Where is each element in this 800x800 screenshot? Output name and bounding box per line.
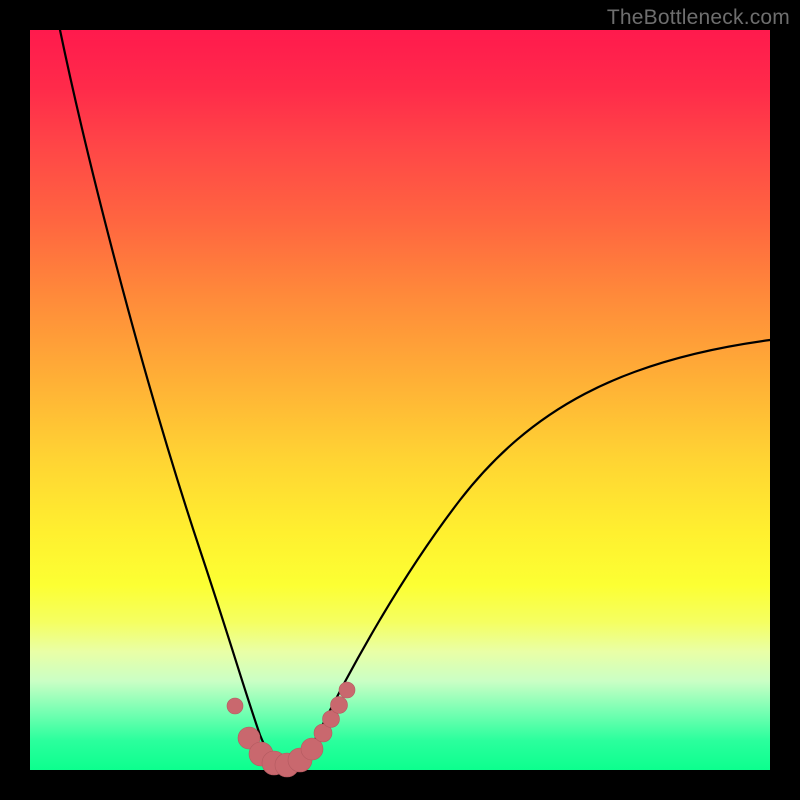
marker-dot <box>227 698 243 714</box>
chart-frame: TheBottleneck.com <box>0 0 800 800</box>
curve-left-branch <box>60 30 285 768</box>
chart-svg <box>30 30 770 770</box>
marker-dot <box>331 697 348 714</box>
watermark-text: TheBottleneck.com <box>607 6 790 30</box>
plot-area <box>30 30 770 770</box>
marker-dot <box>339 682 355 698</box>
curve-right-branch <box>285 340 770 768</box>
